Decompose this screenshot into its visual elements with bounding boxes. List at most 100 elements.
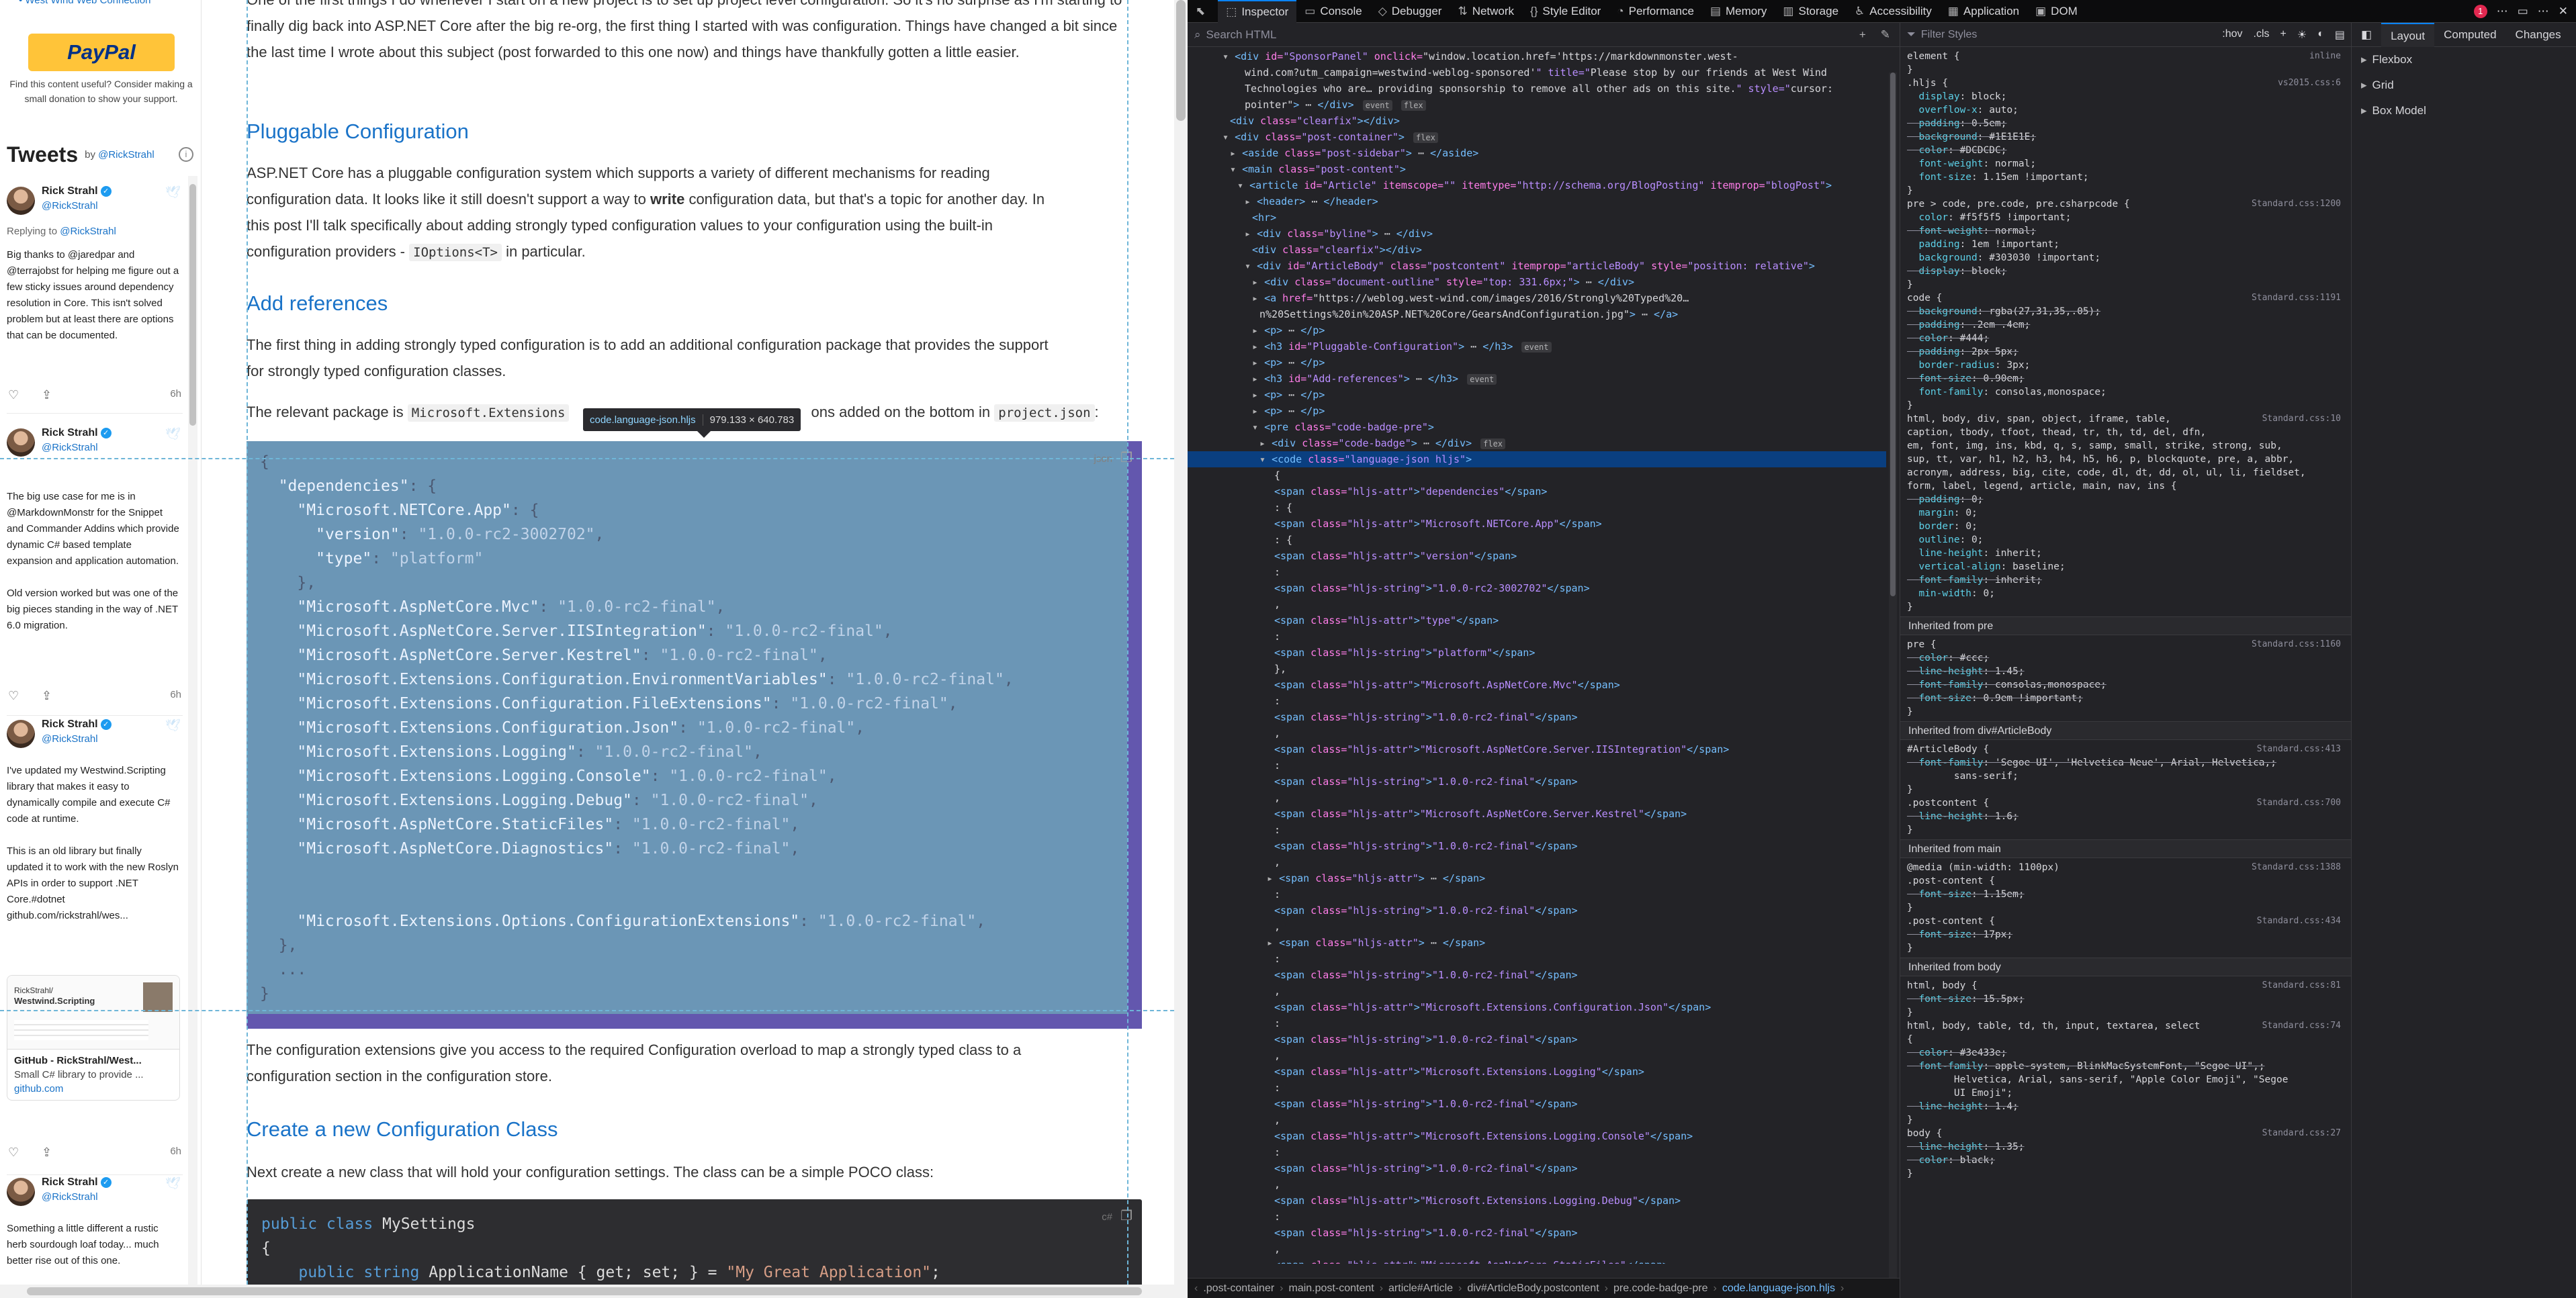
- expand-icon[interactable]: ▸: [1252, 389, 1264, 401]
- dom-node[interactable]: :: [1188, 1080, 1886, 1096]
- css-source-link[interactable]: Standard.css:1388: [2252, 861, 2341, 874]
- node-badge[interactable]: event: [1362, 100, 1392, 111]
- tweet-author[interactable]: Rick Strahl ✓: [42, 718, 112, 731]
- json-code-block-highlight[interactable]: json ❐ { "dependencies": { "Microsoft.NET…: [247, 441, 1142, 1029]
- css-declaration[interactable]: line-height: inherit;: [1907, 548, 2041, 559]
- css-rule-line[interactable]: element {inline: [1907, 50, 2344, 63]
- tab-storage[interactable]: ▥ Storage: [1775, 0, 1847, 23]
- filter-styles-bar[interactable]: ⏷ Filter Styles :hov .cls + ☀ ◐ ▤: [1900, 23, 2351, 47]
- css-rule-line[interactable]: color: #f5f5f5 !important;: [1907, 211, 2344, 224]
- dom-node[interactable]: ▾ <div class="post-container"> flex: [1188, 129, 1886, 145]
- node-badge[interactable]: event: [1467, 374, 1497, 385]
- tab-changes[interactable]: Changes: [2506, 23, 2571, 47]
- twitter-bird-icon[interactable]: 🕊: [165, 1176, 181, 1190]
- tab-computed[interactable]: Computed: [2434, 23, 2505, 47]
- css-declaration[interactable]: font-weight: normal;: [1907, 226, 2036, 236]
- tab-dom[interactable]: ▣ DOM: [2027, 0, 2086, 23]
- dom-node[interactable]: ▾ <code class="language-json hljs">: [1188, 451, 1886, 467]
- element-picker-icon[interactable]: ⬉: [1188, 0, 1218, 23]
- csharp-code-block[interactable]: c# ❐ public class MySettings { public str…: [247, 1199, 1142, 1298]
- tab-performance[interactable]: ◔ Performance: [1609, 0, 1702, 23]
- dom-node[interactable]: ▸ <span class="hljs-attr"> ⋯ </span>: [1188, 870, 1886, 886]
- like-icon[interactable]: ♡: [8, 1146, 19, 1160]
- tab-console[interactable]: ▭ Console: [1296, 0, 1370, 23]
- dom-node[interactable]: <span class="hljs-attr">"type"</span>: [1188, 612, 1886, 629]
- node-badge[interactable]: flex: [1480, 438, 1506, 449]
- css-rule-line[interactable]: sans-serif;: [1907, 770, 2344, 783]
- tab-network[interactable]: ⇅ Network: [1450, 0, 1522, 23]
- css-rule-line[interactable]: line-height: 1.6;: [1907, 810, 2344, 823]
- css-rule-line[interactable]: pre > code, pre.code, pre.csharpcode {St…: [1907, 197, 2344, 211]
- dom-node[interactable]: <span class="hljs-attr">"Microsoft.NETCo…: [1188, 516, 1886, 532]
- dom-node[interactable]: ▾ <main class="post-content">: [1188, 161, 1886, 177]
- dom-node[interactable]: ▸ <header> ⋯ </header>: [1188, 193, 1886, 210]
- expand-icon[interactable]: ▸: [1252, 276, 1264, 288]
- css-declaration[interactable]: display: block;: [1907, 91, 2006, 102]
- css-declaration[interactable]: font-family: apple-system, BlinkMacSyste…: [1907, 1061, 2264, 1072]
- css-rule-line[interactable]: }: [1907, 399, 2344, 412]
- css-rule-line[interactable]: font-weight: normal;: [1907, 224, 2344, 238]
- expand-icon[interactable]: ▸: [1252, 357, 1264, 369]
- css-rule-line[interactable]: line-height: inherit;: [1907, 547, 2344, 560]
- css-rule-line[interactable]: .hljs {vs2015.css:6: [1907, 77, 2344, 90]
- css-declaration[interactable]: padding: 0.5em;: [1907, 118, 2006, 129]
- tweet-author-name[interactable]: Rick Strahl: [42, 427, 98, 438]
- css-source-link[interactable]: inline: [2309, 50, 2341, 63]
- dom-node[interactable]: pointer"> ⋯ </div> event flex: [1188, 97, 1886, 113]
- dom-node[interactable]: <div class="clearfix"></div>: [1188, 113, 1886, 129]
- css-rule-line[interactable]: border: 0;: [1907, 520, 2344, 533]
- info-icon[interactable]: i: [179, 147, 193, 162]
- dark-theme-icon[interactable]: ◐: [2317, 28, 2324, 42]
- dom-node[interactable]: <span class="hljs-string">"platform"</sp…: [1188, 645, 1886, 661]
- tab-accessibility[interactable]: ♿ Accessibility: [1847, 0, 1940, 23]
- avatar[interactable]: [7, 720, 35, 748]
- css-rule-line[interactable]: font-family: consolas,monospace;: [1907, 678, 2344, 692]
- collapse-icon[interactable]: ▾: [1223, 50, 1235, 62]
- tweet-time[interactable]: 6h: [170, 689, 181, 700]
- css-source-link[interactable]: Standard.css:413: [2257, 743, 2341, 756]
- expand-icon[interactable]: ▸: [1252, 340, 1264, 353]
- section-flexbox[interactable]: ▸ Flexbox: [2352, 47, 2576, 73]
- dom-node[interactable]: ▸ <h3 id="Pluggable-Configuration"> ⋯ </…: [1188, 338, 1886, 355]
- css-source-link[interactable]: Standard.css:434: [2257, 915, 2341, 928]
- avatar[interactable]: [7, 428, 35, 457]
- twitter-bird-icon[interactable]: 🕊: [165, 185, 181, 199]
- css-rule-line[interactable]: line-height: 1.45;: [1907, 665, 2344, 678]
- css-rule-line[interactable]: font-size: 1.15em !important;: [1907, 171, 2344, 184]
- expand-icon[interactable]: ▸: [1230, 147, 1242, 159]
- css-rule-line[interactable]: font-size: 1.15em;: [1907, 888, 2344, 901]
- add-rule-icon[interactable]: +: [2280, 28, 2286, 42]
- css-rule-line[interactable]: color: #ccc;: [1907, 651, 2344, 665]
- markup-scrollbar[interactable]: [1889, 73, 1897, 1295]
- css-declaration[interactable]: padding: 0;: [1907, 494, 1983, 505]
- dom-node[interactable]: :: [1188, 629, 1886, 645]
- search-html-bar[interactable]: ⌕ Search HTML + ✎: [1188, 23, 1900, 47]
- css-rule-line[interactable]: font-family: apple-system, BlinkMacSyste…: [1907, 1060, 2344, 1073]
- breadcrumb-item[interactable]: pre.code-badge-pre: [1613, 1283, 1708, 1295]
- dom-node[interactable]: ▸ <span class="hljs-attr"> ⋯ </span>: [1188, 935, 1886, 951]
- css-rule-line[interactable]: em, font, img, ins, kbd, q, s, samp, sma…: [1907, 439, 2344, 453]
- dom-node[interactable]: :: [1188, 1209, 1886, 1225]
- css-rule-line[interactable]: line-height: 1.4;: [1907, 1100, 2344, 1113]
- css-source-link[interactable]: Standard.css:1160: [2252, 638, 2341, 651]
- tab-style-editor[interactable]: {} Style Editor: [1522, 0, 1609, 23]
- tweet-time[interactable]: 6h: [170, 1146, 181, 1157]
- dom-node[interactable]: <span class="hljs-string">"1.0.0-rc2-fin…: [1188, 1225, 1886, 1241]
- css-rule-line[interactable]: padding: .2em .4em;: [1907, 318, 2344, 332]
- css-declaration[interactable]: line-height: 1.6;: [1907, 811, 2018, 822]
- breadcrumb-item[interactable]: div#ArticleBody.postcontent: [1467, 1283, 1599, 1295]
- tweet-author-name[interactable]: Rick Strahl: [42, 185, 98, 197]
- css-declaration[interactable]: border: 0;: [1907, 521, 1977, 532]
- css-rule-line[interactable]: border-radius: 3px;: [1907, 359, 2344, 372]
- dom-node[interactable]: <span class="hljs-attr">"dependencies"</…: [1188, 483, 1886, 500]
- css-declaration[interactable]: outline: 0;: [1907, 535, 1983, 545]
- dom-node[interactable]: <span class="hljs-attr">"Microsoft.Exten…: [1188, 1193, 1886, 1209]
- css-rule-line[interactable]: pre {Standard.css:1160: [1907, 638, 2344, 651]
- share-icon[interactable]: ⇪: [42, 388, 52, 402]
- css-declaration[interactable]: font-family: inherit;: [1907, 575, 2041, 586]
- css-rule-line[interactable]: color: black;: [1907, 1154, 2344, 1167]
- share-icon[interactable]: ⇪: [42, 1146, 52, 1160]
- css-rule-line[interactable]: font-size: 17px;: [1907, 928, 2344, 941]
- css-declaration[interactable]: font-size: 15.5px;: [1907, 994, 2024, 1005]
- dom-node[interactable]: ,: [1188, 1112, 1886, 1128]
